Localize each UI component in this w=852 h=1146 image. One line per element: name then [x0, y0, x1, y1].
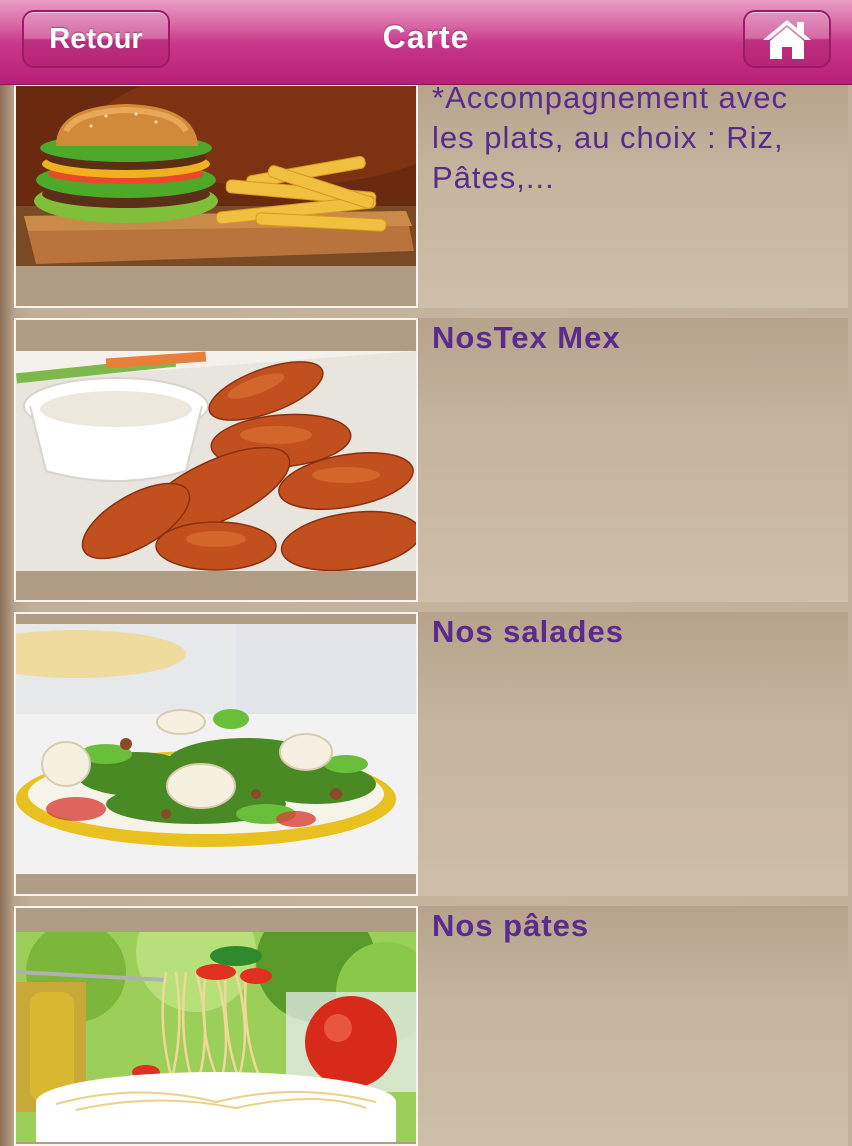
- home-button[interactable]: [743, 10, 831, 68]
- row-background: [418, 318, 848, 602]
- row-title: Nos salades: [432, 614, 624, 649]
- house-icon: [763, 20, 811, 59]
- list-item[interactable]: NosTex Mex: [14, 318, 848, 602]
- page-title: Carte: [382, 19, 470, 55]
- salad-plate-image: [14, 612, 418, 896]
- menu-list: *Accompagnement avec les plats, au choix…: [0, 0, 852, 1146]
- list-item[interactable]: Nos salades: [14, 612, 848, 896]
- row-title: Nos pâtes: [432, 908, 590, 943]
- list-item[interactable]: Nos pâtes: [14, 906, 848, 1146]
- row-description: *Accompagnement avec les plats, au choix…: [432, 80, 789, 195]
- burger-fries-image: [14, 84, 418, 308]
- row-title: NosTex Mex: [432, 320, 621, 355]
- spaghetti-image: [14, 906, 418, 1146]
- chicken-wings-image: [14, 318, 418, 602]
- list-item[interactable]: *Accompagnement avec les plats, au choix…: [14, 80, 848, 308]
- navigation-bar: Retour Carte: [0, 0, 852, 85]
- row-background: [418, 612, 848, 896]
